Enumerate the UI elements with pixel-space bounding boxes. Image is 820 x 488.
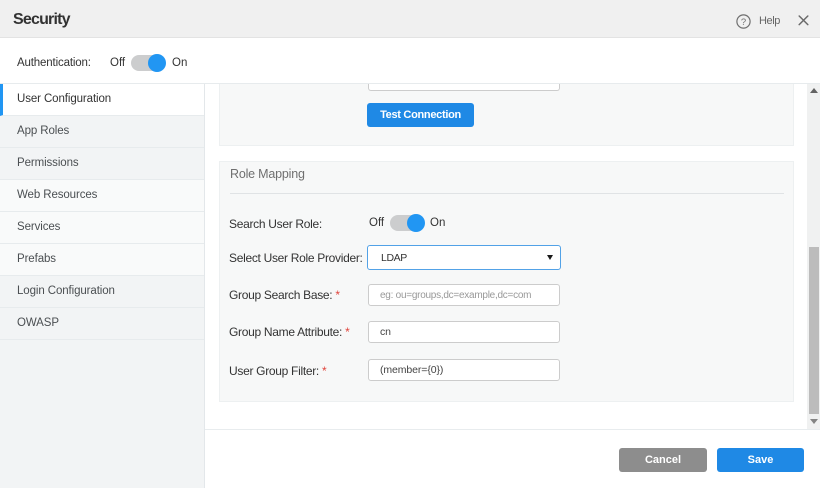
svg-text:?: ?	[741, 17, 746, 28]
